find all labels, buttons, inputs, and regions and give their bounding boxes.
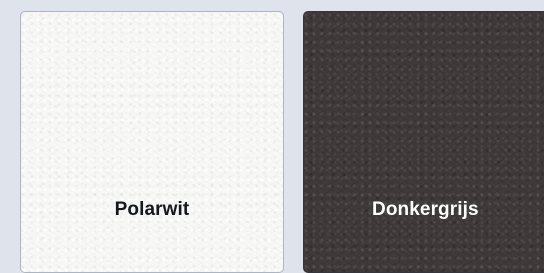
color-swatch-grid: Polarwit Donkergrijs xyxy=(0,0,544,273)
swatch-label-polarwit: Polarwit xyxy=(114,199,190,220)
swatch-polarwit[interactable]: Polarwit xyxy=(20,11,284,273)
swatch-label-donkergrijs: Donkergrijs xyxy=(372,199,479,220)
swatch-donkergrijs[interactable]: Donkergrijs xyxy=(303,11,544,273)
